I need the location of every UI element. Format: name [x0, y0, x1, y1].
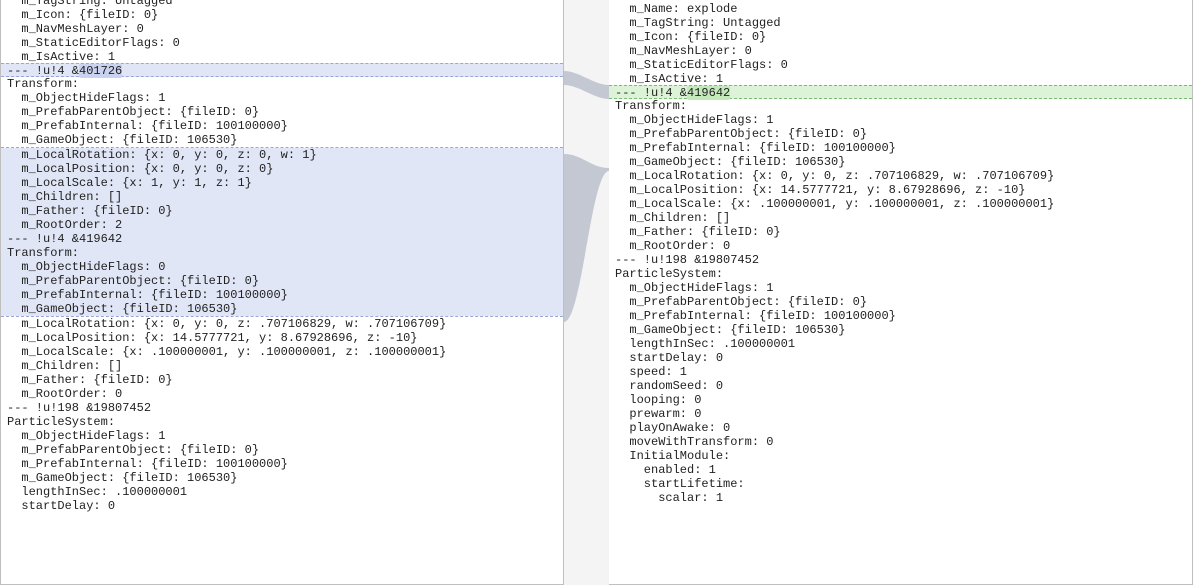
code-line[interactable]: --- !u!4 &419642	[609, 85, 1192, 99]
code-line[interactable]: m_GameObject: {fileID: 106530}	[1, 471, 563, 485]
code-line[interactable]: m_StaticEditorFlags: 0	[609, 58, 1192, 72]
code-line[interactable]: m_GameObject: {fileID: 106530}	[609, 323, 1192, 337]
code-line[interactable]: prewarm: 0	[609, 407, 1192, 421]
code-line[interactable]: m_IsActive: 1	[609, 72, 1192, 86]
code-line[interactable]: m_PrefabInternal: {fileID: 100100000}	[1, 457, 563, 471]
diff-gutter	[564, 0, 609, 585]
code-line[interactable]: m_ObjectHideFlags: 1	[609, 281, 1192, 295]
code-line[interactable]: Transform:	[1, 77, 563, 91]
code-line[interactable]: m_PrefabParentObject: {fileID: 0}	[609, 127, 1192, 141]
code-line[interactable]: randomSeed: 0	[609, 379, 1192, 393]
right-code-lines: m_Name: explode m_TagString: Untagged m_…	[609, 2, 1192, 505]
connector-2	[564, 147, 609, 327]
code-line[interactable]: looping: 0	[609, 393, 1192, 407]
code-line[interactable]: lengthInSec: .100000001	[1, 485, 563, 499]
code-line[interactable]: ParticleSystem:	[609, 267, 1192, 281]
code-line[interactable]: m_PrefabParentObject: {fileID: 0}	[1, 274, 563, 288]
deleted-block: m_LocalRotation: {x: 0, y: 0, z: 0, w: 1…	[1, 147, 563, 317]
code-line[interactable]: m_Children: []	[1, 359, 563, 373]
code-line[interactable]: m_Icon: {fileID: 0}	[609, 30, 1192, 44]
code-line[interactable]: m_Icon: {fileID: 0}	[1, 8, 563, 22]
code-line[interactable]: m_RootOrder: 0	[1, 387, 563, 401]
code-line[interactable]: m_LocalScale: {x: .100000001, y: .100000…	[609, 197, 1192, 211]
code-line[interactable]: --- !u!4 &419642	[1, 232, 563, 246]
code-line[interactable]: m_LocalScale: {x: 1, y: 1, z: 1}	[1, 176, 563, 190]
code-line[interactable]: m_Name: explode	[609, 2, 1192, 16]
code-line[interactable]: startLifetime:	[609, 477, 1192, 491]
code-line[interactable]: speed: 1	[609, 365, 1192, 379]
code-line[interactable]: m_PrefabInternal: {fileID: 100100000}	[609, 309, 1192, 323]
code-line[interactable]: m_PrefabParentObject: {fileID: 0}	[1, 105, 563, 119]
code-line[interactable]: m_Father: {fileID: 0}	[1, 204, 563, 218]
connector-1	[564, 64, 609, 104]
code-line[interactable]: m_TagString: Untagged	[609, 16, 1192, 30]
code-line[interactable]: m_ObjectHideFlags: 1	[1, 429, 563, 443]
code-line[interactable]: m_Children: []	[1, 190, 563, 204]
code-line[interactable]: enabled: 1	[609, 463, 1192, 477]
code-line[interactable]: m_NavMeshLayer: 0	[609, 44, 1192, 58]
code-line[interactable]: startDelay: 0	[609, 351, 1192, 365]
code-line[interactable]: --- !u!4 &401726	[1, 63, 563, 77]
code-line[interactable]: m_LocalPosition: {x: 0, y: 0, z: 0}	[1, 162, 563, 176]
code-line[interactable]: m_ObjectHideFlags: 0	[1, 260, 563, 274]
code-line[interactable]: m_PrefabInternal: {fileID: 100100000}	[609, 141, 1192, 155]
code-line[interactable]: m_IsActive: 1	[1, 50, 563, 64]
code-line[interactable]: m_RootOrder: 0	[609, 239, 1192, 253]
code-line[interactable]: startDelay: 0	[1, 499, 563, 513]
code-line[interactable]: m_LocalScale: {x: .100000001, y: .100000…	[1, 345, 563, 359]
left-code-lines: m_TagString: Untagged m_Icon: {fileID: 0…	[1, 0, 563, 513]
code-line[interactable]: m_GameObject: {fileID: 106530}	[1, 133, 563, 147]
left-pane[interactable]: m_TagString: Untagged m_Icon: {fileID: 0…	[0, 0, 564, 585]
code-line[interactable]: m_LocalRotation: {x: 0, y: 0, z: .707106…	[609, 169, 1192, 183]
code-line[interactable]: m_PrefabParentObject: {fileID: 0}	[1, 443, 563, 457]
code-line[interactable]: m_PrefabInternal: {fileID: 100100000}	[1, 119, 563, 133]
code-line[interactable]: moveWithTransform: 0	[609, 435, 1192, 449]
code-line[interactable]: InitialModule:	[609, 449, 1192, 463]
code-line[interactable]: lengthInSec: .100000001	[609, 337, 1192, 351]
code-line[interactable]: --- !u!198 &19807452	[1, 401, 563, 415]
code-line[interactable]: m_LocalRotation: {x: 0, y: 0, z: .707106…	[1, 317, 563, 331]
code-line[interactable]: --- !u!198 &19807452	[609, 253, 1192, 267]
code-line[interactable]: m_Father: {fileID: 0}	[1, 373, 563, 387]
code-line[interactable]: m_NavMeshLayer: 0	[1, 22, 563, 36]
code-line[interactable]: m_PrefabParentObject: {fileID: 0}	[609, 295, 1192, 309]
code-line[interactable]: m_Father: {fileID: 0}	[609, 225, 1192, 239]
code-line[interactable]: m_PrefabInternal: {fileID: 100100000}	[1, 288, 563, 302]
code-line[interactable]: Transform:	[1, 246, 563, 260]
code-line[interactable]: m_Children: []	[609, 211, 1192, 225]
code-line[interactable]: m_TagString: Untagged	[1, 0, 563, 8]
right-pane[interactable]: m_Name: explode m_TagString: Untagged m_…	[609, 0, 1193, 585]
code-line[interactable]: m_GameObject: {fileID: 106530}	[609, 155, 1192, 169]
code-line[interactable]: Transform:	[609, 99, 1192, 113]
code-line[interactable]: m_ObjectHideFlags: 1	[609, 113, 1192, 127]
code-line[interactable]: m_LocalPosition: {x: 14.5777721, y: 8.67…	[609, 183, 1192, 197]
code-line[interactable]: ParticleSystem:	[1, 415, 563, 429]
code-line[interactable]: m_StaticEditorFlags: 0	[1, 36, 563, 50]
code-line[interactable]: scalar: 1	[609, 491, 1192, 505]
diff-view: m_TagString: Untagged m_Icon: {fileID: 0…	[0, 0, 1193, 585]
code-line[interactable]: playOnAwake: 0	[609, 421, 1192, 435]
code-line[interactable]: m_LocalPosition: {x: 14.5777721, y: 8.67…	[1, 331, 563, 345]
code-line[interactable]: m_GameObject: {fileID: 106530}	[1, 302, 563, 316]
code-line[interactable]: m_ObjectHideFlags: 1	[1, 91, 563, 105]
code-line[interactable]: m_RootOrder: 2	[1, 218, 563, 232]
code-line[interactable]: m_LocalRotation: {x: 0, y: 0, z: 0, w: 1…	[1, 148, 563, 162]
